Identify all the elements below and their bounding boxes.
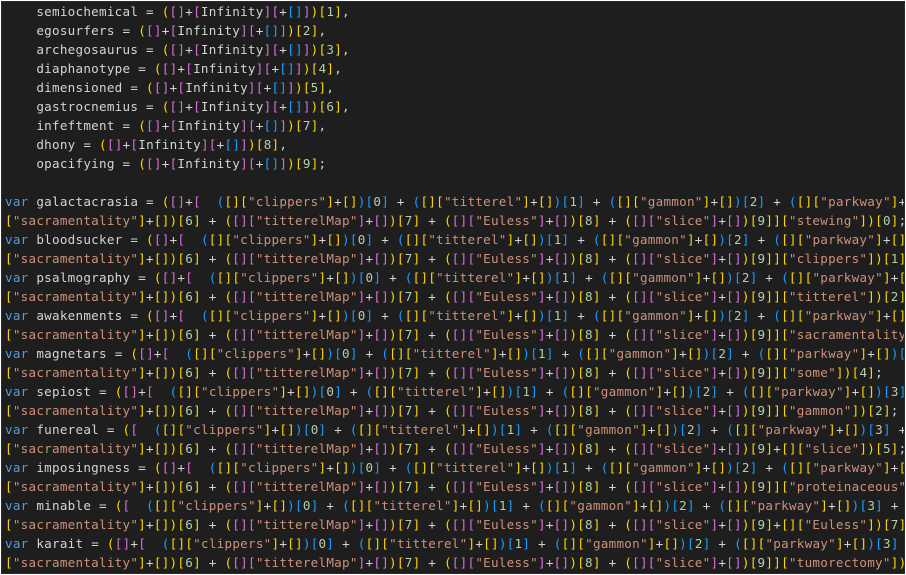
code-line: var awakenments = ([]+[ ([]["clippers"]+… <box>5 308 904 323</box>
code-line: semiochemical = ([]+[Infinity][+[]])[1], <box>36 4 350 19</box>
code-line: ["sacramentality"]+[])[6] + ([]["tittere… <box>5 365 883 380</box>
code-line: gastrocnemius = ([]+[Infinity][+[]])[6], <box>36 99 350 114</box>
code-line: infeftment = ([]+[Infinity][+[]])[7], <box>36 118 327 133</box>
code-line: var magnetars = ([]+[ ([]["clippers"]+[]… <box>5 346 904 361</box>
code-line: var psalmography = ([]+[ ([]["clippers"]… <box>5 270 904 285</box>
code-line: var sepiost = ([]+[ ([]["clippers"]+[])[… <box>5 384 904 399</box>
code-line: var bloodsucker = ([]+[ ([]["clippers"]+… <box>5 232 904 247</box>
code-line: dhony = ([]+[Infinity][+[]])[8], <box>36 137 288 152</box>
code-line: ["sacramentality"]+[])[6] + ([]["tittere… <box>5 479 905 494</box>
code-line: ["sacramentality"]+[])[6] + ([]["tittere… <box>5 289 904 304</box>
code-line: ["sacramentality"]+[])[6] + ([]["tittere… <box>5 441 904 456</box>
code-line: ["sacramentality"]+[])[6] + ([]["tittere… <box>5 517 904 532</box>
code-line: diaphanotype = ([]+[Infinity][+[]])[4], <box>36 61 343 76</box>
code-line: ["sacramentality"]+[])[6] + ([]["tittere… <box>5 251 904 266</box>
code-line: ["sacramentality"]+[])[6] + ([]["tittere… <box>5 327 905 342</box>
code-line: ["sacramentality"]+[])[6] + ([]["tittere… <box>5 213 904 228</box>
code-line: var galactacrasia = ([]+[ ([]["clippers"… <box>5 194 904 209</box>
code-editor[interactable]: semiochemical = ([]+[Infinity][+[]])[1],… <box>1 1 905 574</box>
code-line: opacifying = ([]+[Infinity][+[]])[9]; <box>36 156 327 171</box>
code-line: dimensioned = ([]+[Infinity][+[]])[5], <box>36 80 335 95</box>
code-line: ["sacramentality"]+[])[6] + ([]["tittere… <box>5 403 899 418</box>
code-line: var funereal = ([ ([]["clippers"]+[])[0]… <box>5 422 904 437</box>
code-line: ["sacramentality"]+[])[6] + ([]["tittere… <box>5 555 904 570</box>
code-line: egosurfers = ([]+[Infinity][+[]])[2], <box>36 23 327 38</box>
code-line: var imposingness = ([]+[ ([]["clippers"]… <box>5 460 904 475</box>
code-line: archegosaurus = ([]+[Infinity][+[]])[3], <box>36 42 350 57</box>
code-line: var karait = ([]+[ ([]["clippers"]+[])[0… <box>5 536 899 551</box>
code-line: var minable = ([ ([]["clippers"]+[])[0] … <box>5 498 899 513</box>
code-text-area[interactable]: semiochemical = ([]+[Infinity][+[]])[1],… <box>5 2 905 572</box>
